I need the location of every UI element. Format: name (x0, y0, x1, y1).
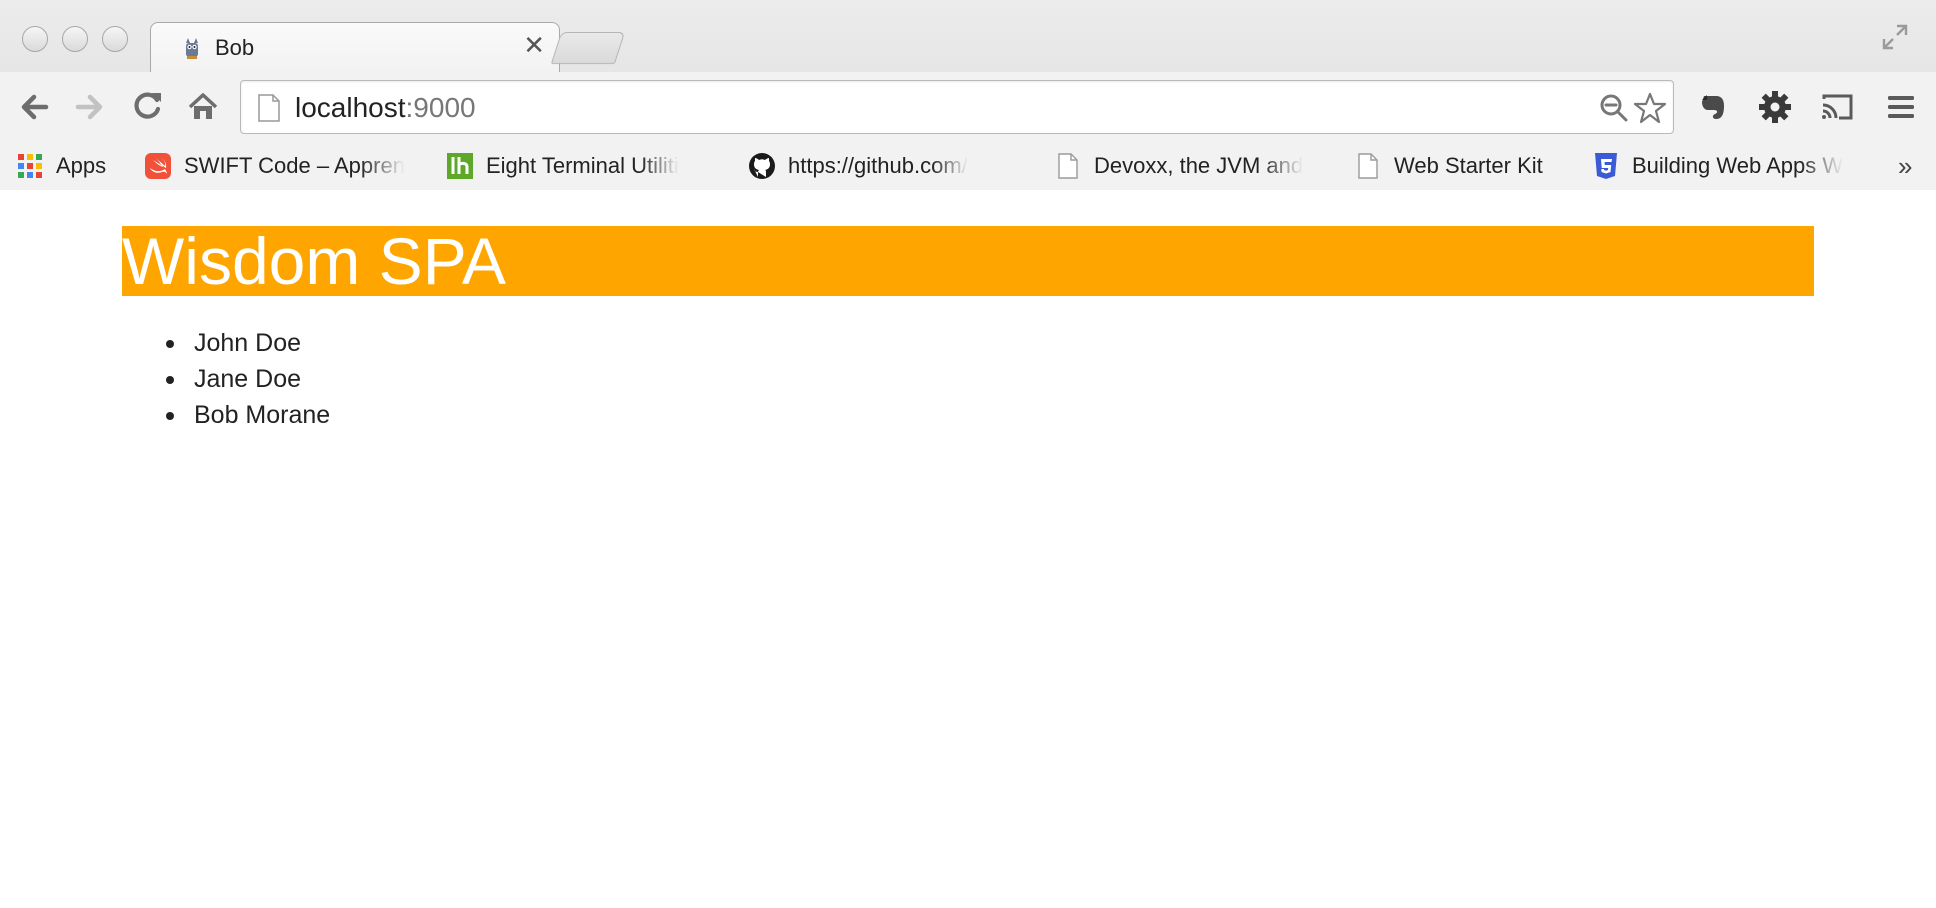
page-content: Wisdom SPA John Doe Jane Doe Bob Morane (0, 191, 1936, 908)
list-item: Bob Morane (165, 397, 330, 433)
bookmark-swift-code[interactable]: SWIFT Code – Appren (144, 142, 416, 190)
swift-icon (145, 153, 171, 179)
back-arrow-icon[interactable] (16, 88, 54, 126)
bookmark-label: Web Starter Kit (1394, 153, 1543, 178)
page-title: Wisdom SPA (122, 224, 506, 298)
github-icon (749, 153, 775, 179)
forward-arrow-icon[interactable] (70, 88, 108, 126)
reload-icon[interactable] (128, 88, 166, 126)
page-icon (258, 94, 280, 122)
url-text[interactable]: localhost:9000 (295, 92, 476, 124)
toolbar: localhost:9000 (0, 72, 1936, 142)
bookmark-apps[interactable]: Apps (16, 142, 106, 190)
people-list: John Doe Jane Doe Bob Morane (165, 325, 330, 433)
bookmark-eight-terminal[interactable]: Eight Terminal Utiliti (446, 142, 718, 190)
bookmark-label: https://github.com/ (788, 153, 968, 178)
cast-icon[interactable] (1818, 88, 1856, 126)
lh-icon (447, 153, 473, 179)
bookmark-label: Apps (56, 153, 107, 178)
tab-strip: Bob ✕ (0, 0, 1936, 74)
evernote-icon[interactable] (1694, 88, 1732, 126)
page-icon (1358, 153, 1378, 179)
bookmarks-overflow-chevron-icon[interactable]: » (1898, 142, 1912, 190)
fullscreen-icon[interactable] (1880, 22, 1910, 52)
bookmark-devoxx[interactable]: Devoxx, the JVM and (1054, 142, 1324, 190)
bookmark-label: Eight Terminal Utiliti (486, 153, 679, 178)
close-tab-icon[interactable]: ✕ (523, 30, 545, 60)
close-window-button[interactable] (22, 26, 48, 52)
address-bar[interactable]: localhost:9000 (240, 80, 1674, 134)
bookmark-label: Building Web Apps W (1632, 153, 1844, 178)
url-port: :9000 (405, 92, 476, 123)
list-item: John Doe (165, 325, 330, 361)
apps-grid-icon (18, 154, 42, 178)
tab-bob[interactable]: Bob ✕ (150, 22, 560, 74)
bookmark-web-starter-kit[interactable]: Web Starter Kit (1354, 142, 1594, 190)
page-icon (1058, 153, 1078, 179)
bookmark-github[interactable]: https://github.com/ (748, 142, 1024, 190)
tab-title: Bob (215, 35, 255, 60)
bookmark-label: Devoxx, the JVM and (1094, 153, 1304, 178)
header-banner: Wisdom SPA (122, 226, 1814, 296)
gear-icon[interactable] (1756, 88, 1794, 126)
html5-icon (1595, 153, 1617, 179)
new-tab-button[interactable] (550, 32, 626, 64)
home-icon[interactable] (184, 88, 222, 126)
zoom-window-button[interactable] (102, 26, 128, 52)
bookmark-label: SWIFT Code – Appren (184, 153, 405, 178)
list-item: Jane Doe (165, 361, 330, 397)
minimize-window-button[interactable] (62, 26, 88, 52)
menu-icon[interactable] (1882, 88, 1920, 126)
bookmark-star-icon[interactable] (1633, 91, 1667, 125)
zoom-out-icon[interactable] (1599, 93, 1629, 123)
url-host: localhost (295, 92, 406, 123)
bookmark-building-web-apps[interactable]: Building Web Apps W (1592, 142, 1866, 190)
owl-favicon-icon (186, 38, 198, 59)
bookmarks-bar: Apps SWIFT Code – Appren Eight Terminal … (0, 142, 1936, 190)
browser-chrome: Bob ✕ localhost:9000 Apps SWIFT Code – A… (0, 0, 1936, 190)
